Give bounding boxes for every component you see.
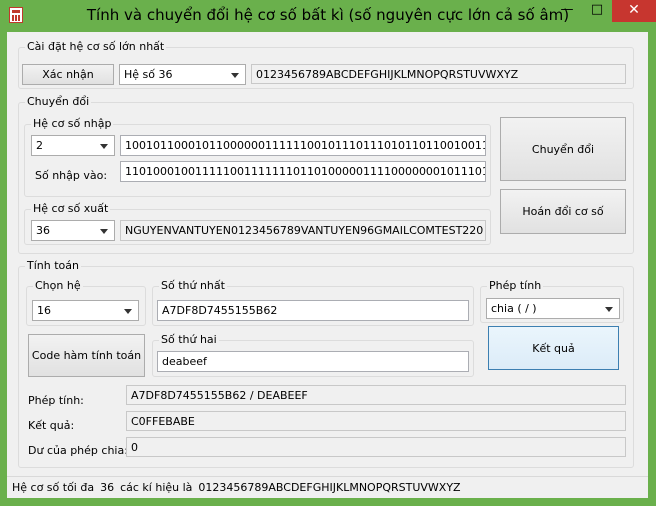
calc-base-group-label: Chọn hệ [33,279,83,292]
input-number-field[interactable]: 1101000100111110011111110110100000111100… [120,161,486,182]
status-middle: các kí hiệu là [120,481,193,494]
second-number-field[interactable]: deabeef [157,351,469,372]
output-base-select[interactable]: 36 [31,220,115,241]
result-label: Kết quả: [28,419,75,432]
expression-field[interactable]: A7DF8D7455155B62 / DEABEEF [126,385,626,405]
input-number-label: Số nhập vào: [35,169,108,182]
operation-select[interactable]: chia ( / ) [486,298,620,319]
chevron-down-icon [124,308,132,314]
first-number-field[interactable]: A7DF8D7455155B62 [157,300,469,321]
status-max-base: 36 [100,481,115,494]
status-symbols: 0123456789ABCDEFGHIJKLMNOPQRSTUVWXYZ [198,481,461,494]
input-base-select-value: 2 [36,139,43,152]
client-area: Cài đặt hệ cơ số lớn nhất Xác nhận Hệ số… [7,32,648,498]
chevron-down-icon [231,72,239,78]
maximize-icon[interactable]: □ [582,0,612,22]
status-prefix: Hệ cơ số tối đa [12,481,95,494]
expression-label: Phép tính: [28,394,84,407]
convert-button[interactable]: Chuyển đổi [500,117,626,181]
operation-select-value: chia ( / ) [491,302,537,315]
input-base-select[interactable]: 2 [31,135,115,156]
input-digits-field[interactable]: 1001011000101100000011111100101110111010… [120,135,486,156]
max-base-select-value: Hệ số 36 [124,68,173,81]
output-value-field[interactable]: NGUYENVANTUYEN0123456789VANTUYEN96GMAILC… [120,220,486,241]
settings-group-label: Cài đặt hệ cơ số lớn nhất [25,40,167,53]
remainder-field[interactable]: 0 [126,437,626,457]
symbols-field[interactable]: 0123456789ABCDEFGHIJKLMNOPQRSTUVWXYZ [251,64,626,84]
calc-group-label: Tính toán [25,259,81,272]
calc-base-select[interactable]: 16 [32,300,139,321]
swap-base-button[interactable]: Hoán đổi cơ số [500,189,626,234]
output-base-select-value: 36 [36,224,50,237]
title-bar[interactable]: Tính và chuyển đổi hệ cơ số bất kì (số n… [0,0,656,32]
input-base-group-label: Hệ cơ số nhập [31,117,114,130]
chevron-down-icon [605,306,613,312]
first-number-group-label: Số thứ nhất [159,279,227,292]
minimize-icon[interactable]: — [552,0,582,22]
close-icon[interactable]: ✕ [612,0,656,22]
chevron-down-icon [100,143,108,149]
app-window: Tính và chuyển đổi hệ cơ số bất kì (số n… [0,0,656,506]
remainder-label: Dư của phép chia: [28,444,128,457]
operation-group-label: Phép tính [487,279,544,292]
status-bar: Hệ cơ số tối đa 36 các kí hiệu là 012345… [7,476,648,498]
result-field[interactable]: C0FFEBABE [126,411,626,431]
chevron-down-icon [100,228,108,234]
convert-group-label: Chuyển đổi [25,95,92,108]
confirm-button[interactable]: Xác nhận [22,64,114,85]
calc-base-select-value: 16 [37,304,51,317]
output-base-group-label: Hệ cơ số xuất [31,202,111,215]
code-function-button[interactable]: Code hàm tính toán [28,334,145,377]
result-button[interactable]: Kết quả [488,326,619,370]
second-number-group-label: Số thứ hai [159,333,219,346]
max-base-select[interactable]: Hệ số 36 [119,64,246,85]
